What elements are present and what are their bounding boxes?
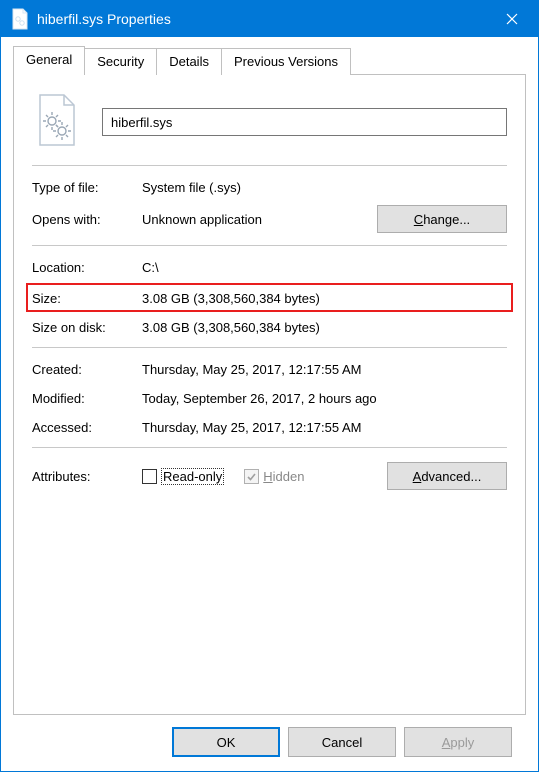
tab-previous-versions[interactable]: Previous Versions bbox=[221, 48, 351, 75]
opens-with-label: Opens with: bbox=[32, 212, 142, 227]
size-row: Size: 3.08 GB (3,308,560,384 bytes) bbox=[32, 291, 507, 306]
content-area: General Security Details Previous Versio… bbox=[1, 37, 538, 771]
size-on-disk-label: Size on disk: bbox=[32, 320, 142, 335]
type-of-file-label: Type of file: bbox=[32, 180, 142, 195]
modified-label: Modified: bbox=[32, 391, 142, 406]
size-on-disk-row: Size on disk: 3.08 GB (3,308,560,384 byt… bbox=[32, 320, 507, 335]
advanced-button[interactable]: Advanced... bbox=[387, 462, 507, 490]
created-value: Thursday, May 25, 2017, 12:17:55 AM bbox=[142, 362, 507, 377]
modified-row: Modified: Today, September 26, 2017, 2 h… bbox=[32, 391, 507, 406]
size-label: Size: bbox=[32, 291, 142, 306]
opens-with-row: Opens with: Unknown application Change..… bbox=[32, 205, 507, 233]
change-button[interactable]: Change... bbox=[377, 205, 507, 233]
dialog-footer: OK Cancel Apply bbox=[13, 715, 526, 771]
opens-with-value: Unknown application bbox=[142, 212, 377, 227]
location-label: Location: bbox=[32, 260, 142, 275]
tab-strip: General Security Details Previous Versio… bbox=[13, 47, 526, 75]
location-row: Location: C:\ bbox=[32, 260, 507, 275]
separator bbox=[32, 347, 507, 348]
separator bbox=[32, 447, 507, 448]
ok-button[interactable]: OK bbox=[172, 727, 280, 757]
type-of-file-value: System file (.sys) bbox=[142, 180, 507, 195]
cancel-button[interactable]: Cancel bbox=[288, 727, 396, 757]
type-of-file-row: Type of file: System file (.sys) bbox=[32, 180, 507, 195]
readonly-checkbox[interactable] bbox=[142, 469, 157, 484]
modified-value: Today, September 26, 2017, 2 hours ago bbox=[142, 391, 507, 406]
close-button[interactable] bbox=[492, 1, 532, 37]
accessed-label: Accessed: bbox=[32, 420, 142, 435]
hidden-label: Hidden bbox=[263, 469, 304, 484]
window-title: hiberfil.sys Properties bbox=[37, 11, 492, 27]
accessed-row: Accessed: Thursday, May 25, 2017, 12:17:… bbox=[32, 420, 507, 435]
file-icon-large bbox=[36, 93, 84, 151]
readonly-label: Read-only bbox=[161, 469, 224, 484]
general-panel: Type of file: System file (.sys) Opens w… bbox=[13, 75, 526, 715]
size-on-disk-value: 3.08 GB (3,308,560,384 bytes) bbox=[142, 320, 507, 335]
separator bbox=[32, 165, 507, 166]
attributes-label: Attributes: bbox=[32, 469, 142, 484]
properties-window: hiberfil.sys Properties General Security… bbox=[0, 0, 539, 772]
filename-input[interactable] bbox=[102, 108, 507, 136]
advanced-button-text: dvanced... bbox=[421, 469, 481, 484]
file-icon-small bbox=[11, 8, 29, 30]
titlebar[interactable]: hiberfil.sys Properties bbox=[1, 1, 538, 37]
filename-row bbox=[32, 93, 507, 151]
apply-button[interactable]: Apply bbox=[404, 727, 512, 757]
hidden-checkbox bbox=[244, 469, 259, 484]
size-value: 3.08 GB (3,308,560,384 bytes) bbox=[142, 291, 507, 306]
created-row: Created: Thursday, May 25, 2017, 12:17:5… bbox=[32, 362, 507, 377]
size-highlight: Size: 3.08 GB (3,308,560,384 bytes) bbox=[26, 283, 513, 312]
separator bbox=[32, 245, 507, 246]
location-value: C:\ bbox=[142, 260, 507, 275]
created-label: Created: bbox=[32, 362, 142, 377]
attributes-row: Attributes: Read-only Hidden Advanced... bbox=[32, 462, 507, 490]
tab-general[interactable]: General bbox=[13, 46, 85, 75]
tab-details[interactable]: Details bbox=[156, 48, 222, 75]
accessed-value: Thursday, May 25, 2017, 12:17:55 AM bbox=[142, 420, 507, 435]
tab-security[interactable]: Security bbox=[84, 48, 157, 75]
